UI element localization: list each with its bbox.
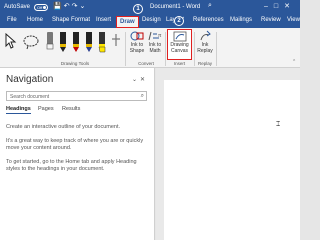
pen-red-icon[interactable] [71, 31, 81, 58]
drawing-canvas-button[interactable]: Drawing Canvas [167, 30, 192, 54]
tab-home[interactable]: Home [27, 17, 43, 23]
tab-shape-format[interactable]: Shape Format [52, 17, 90, 23]
nav-tab-pages[interactable]: Pages [38, 106, 54, 112]
quick-access-toolbar[interactable]: 💾↶↷⌄ [53, 2, 87, 10]
group-label-convert: Convert [138, 61, 154, 66]
document-area: ⌶ [156, 68, 300, 240]
eraser-icon[interactable] [45, 31, 55, 56]
drawing-canvas-label: Drawing Canvas [170, 42, 189, 54]
select-cursor-icon[interactable] [5, 32, 17, 54]
title-bar: AutoSave Off 💾↶↷⌄ Document1 - Word ⌕ –□✕ [0, 0, 300, 14]
autosave-label: AutoSave [4, 4, 31, 10]
ribbon-separator [216, 32, 217, 66]
tab-view[interactable]: View [287, 17, 300, 23]
navigation-pane: Navigation ⌄✕ Search document ⌕ Headings… [0, 68, 155, 240]
ink-to-shape-label: Ink to Shape [129, 42, 145, 54]
ink-to-math-button[interactable]: π Ink to Math [146, 30, 164, 54]
ribbon-tabs: File Home Shape Format Insert Draw Desig… [0, 14, 300, 28]
document-page[interactable]: ⌶ [164, 80, 300, 240]
highlighter-icon[interactable] [97, 31, 107, 58]
ink-to-math-icon: π [148, 31, 162, 41]
ribbon-separator [194, 32, 195, 66]
nav-tab-results[interactable]: Results [62, 106, 80, 112]
ink-replay-button[interactable]: Ink Replay [196, 30, 214, 54]
nav-tab-headings[interactable]: Headings [6, 106, 31, 114]
search-icon[interactable]: ⌕ [208, 2, 212, 10]
navigation-help-text-3: To get started, go to the Home tab and a… [6, 159, 137, 172]
document-title: Document1 - Word [150, 4, 201, 10]
tab-draw[interactable]: Draw [116, 16, 139, 28]
ink-replay-label: Ink Replay [197, 42, 213, 54]
ink-replay-icon [200, 30, 211, 41]
ink-to-shape-button[interactable]: Ink to Shape [128, 30, 146, 54]
step-badge-1: 1 [133, 4, 143, 14]
tab-file[interactable]: File [7, 17, 17, 23]
text-cursor-icon: ⌶ [276, 121, 281, 128]
pen-black-icon[interactable] [58, 31, 68, 58]
group-label-insert: Insert [173, 61, 186, 66]
group-label-drawing-tools: Drawing Tools [60, 61, 90, 66]
tab-mailings[interactable]: Mailings [230, 17, 252, 23]
lasso-select-icon[interactable] [22, 34, 40, 55]
drawing-canvas-icon [173, 31, 186, 42]
ink-to-shape-icon [130, 31, 144, 41]
tab-references[interactable]: References [193, 17, 224, 23]
svg-text:π: π [158, 33, 162, 39]
navigation-search-placeholder: Search document [10, 93, 50, 100]
tab-insert[interactable]: Insert [96, 17, 111, 23]
pen-galaxy-icon[interactable] [84, 31, 94, 58]
search-icon[interactable]: ⌕ [141, 93, 144, 100]
navigation-help-text-1: Create an interactive outline of your do… [6, 124, 121, 130]
navigation-help-text-2: It's a great way to keep track of where … [6, 138, 144, 151]
group-label-replay: Replay [197, 61, 212, 66]
ribbon-separator [125, 32, 126, 66]
navigation-search-input[interactable]: Search document ⌕ [6, 91, 147, 101]
tab-review[interactable]: Review [261, 17, 281, 23]
tab-design[interactable]: Design [142, 17, 161, 23]
collapse-ribbon-icon[interactable]: ⌃ [292, 59, 296, 65]
add-pen-icon[interactable] [111, 33, 121, 54]
navigation-title: Navigation [6, 74, 54, 85]
ribbon: Drawing Tools Ink to Shape π Ink to Math… [0, 28, 300, 68]
window-controls[interactable]: –□✕ [264, 2, 296, 10]
ink-to-math-label: Ink to Math [148, 42, 162, 54]
autosave-toggle[interactable]: Off [34, 3, 48, 11]
ribbon-separator [165, 32, 166, 66]
step-badge-2: 2 [174, 16, 184, 26]
navigation-pane-controls[interactable]: ⌄✕ [132, 76, 148, 83]
